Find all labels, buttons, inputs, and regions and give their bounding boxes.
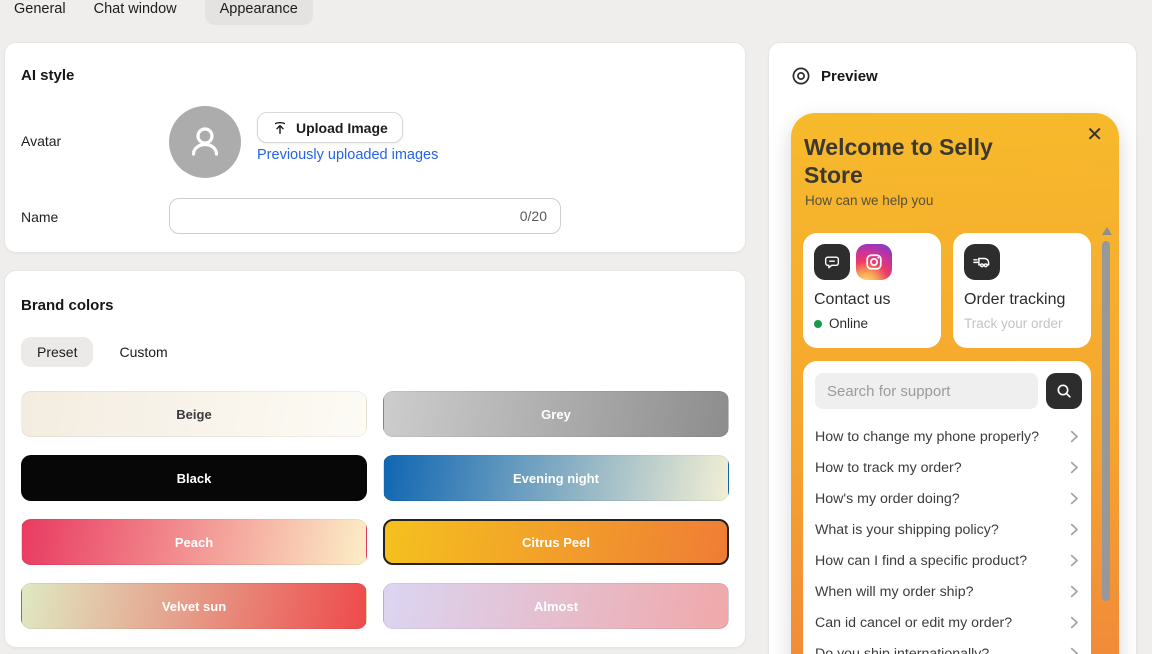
- color-preset-name: Citrus Peel: [522, 534, 590, 550]
- appearance-settings-page: General Chat window Appearance AI style …: [0, 0, 1152, 654]
- preset-swatch-grid: Beige Grey Black Evening night Peach Cit…: [21, 391, 729, 629]
- instagram-icon: [856, 244, 892, 280]
- faq-item[interactable]: How's my order doing?: [815, 483, 1079, 514]
- color-mode-tab[interactable]: Custom: [117, 337, 169, 367]
- name-char-counter: 0/20: [519, 208, 547, 224]
- color-preset-name: Evening night: [513, 470, 599, 486]
- preview-header: Preview: [791, 66, 878, 86]
- color-preset-swatch[interactable]: Evening night: [383, 455, 729, 501]
- chevron-right-icon: [1070, 430, 1078, 443]
- chat-bubble-icon: [814, 244, 850, 280]
- person-icon: [191, 127, 219, 156]
- color-preset-name: Grey: [541, 406, 571, 422]
- color-preset-name: Velvet sun: [161, 598, 227, 614]
- avatar[interactable]: [169, 106, 241, 178]
- settings-tab-bar: General Chat window Appearance: [14, 0, 313, 25]
- faq-question: What is your shipping policy?: [815, 521, 999, 538]
- faq-item[interactable]: What is your shipping policy?: [815, 514, 1079, 545]
- contact-us-card[interactable]: Contact us Online: [803, 233, 941, 348]
- color-preset-swatch[interactable]: Peach: [21, 519, 367, 565]
- faq-item[interactable]: How can I find a specific product?: [815, 545, 1079, 576]
- faq-item[interactable]: When will my order ship?: [815, 576, 1079, 607]
- chevron-right-icon: [1070, 461, 1078, 474]
- widget-heading: Welcome to Selly Store: [804, 134, 993, 188]
- chevron-right-icon: [1070, 554, 1078, 567]
- faq-item[interactable]: Can id cancel or edit my order?: [815, 607, 1079, 638]
- color-preset-name: Beige: [176, 406, 212, 422]
- eye-icon: [792, 67, 810, 85]
- color-preset-swatch[interactable]: Grey: [383, 391, 729, 437]
- chevron-right-icon: [1070, 492, 1078, 505]
- faq-item[interactable]: Do you ship internationally?: [815, 638, 1079, 654]
- chevron-right-icon: [1070, 616, 1078, 629]
- color-preset-name: Black: [176, 470, 212, 486]
- chevron-right-icon: [1070, 647, 1078, 654]
- support-search-input[interactable]: [815, 373, 1038, 409]
- brand-colors-card: Brand colors Preset Custom Beige Grey Bl…: [4, 270, 746, 648]
- name-field-wrapper: 0/20: [169, 198, 561, 234]
- name-input[interactable]: [169, 198, 561, 234]
- support-search-row: [815, 373, 1082, 409]
- faq-question: When will my order ship?: [815, 583, 974, 600]
- faq-question: Do you ship internationally?: [815, 645, 990, 654]
- search-icon: [1057, 384, 1071, 398]
- avatar-label: Avatar: [21, 133, 62, 149]
- contact-icons: [814, 244, 930, 280]
- widget-scrollbar[interactable]: [1102, 241, 1110, 601]
- search-button[interactable]: [1046, 373, 1082, 409]
- settings-tab[interactable]: General: [14, 0, 66, 25]
- truck-icon: [964, 244, 1000, 280]
- order-tracking-title: Order tracking: [964, 291, 1066, 308]
- preview-panel: Preview Welcome to Selly Store How can w…: [768, 42, 1137, 654]
- chevron-right-icon: [1070, 585, 1078, 598]
- faq-question: How can I find a specific product?: [815, 552, 1028, 569]
- brand-colors-title: Brand colors: [21, 297, 114, 314]
- faq-item[interactable]: How to track my order?: [815, 452, 1079, 483]
- contact-us-title: Contact us: [814, 291, 891, 308]
- faq-item[interactable]: How to change my phone properly?: [815, 421, 1079, 452]
- online-status: Online: [814, 316, 930, 331]
- color-mode-tabs: Preset Custom: [21, 337, 170, 367]
- faq-question: How to track my order?: [815, 459, 962, 476]
- online-status-label: Online: [829, 316, 869, 331]
- tracking-icons: [964, 244, 1080, 280]
- support-card: How to change my phone properly? How to …: [803, 361, 1091, 654]
- settings-tab[interactable]: Chat window: [94, 0, 177, 25]
- color-preset-name: Peach: [174, 534, 214, 550]
- name-label: Name: [21, 209, 59, 225]
- color-preset-name: Almost: [533, 598, 579, 614]
- color-preset-swatch[interactable]: Almost: [383, 583, 729, 629]
- color-mode-tab[interactable]: Preset: [21, 337, 94, 367]
- ai-style-card: AI style Avatar Upload Image Previously …: [4, 42, 746, 253]
- color-preset-swatch[interactable]: Black: [21, 455, 367, 501]
- color-preset-swatch[interactable]: Beige: [21, 391, 367, 437]
- order-tracking-card[interactable]: Order tracking Track your order: [953, 233, 1091, 348]
- close-icon[interactable]: ✕: [1086, 125, 1103, 145]
- scroll-up-arrow-icon[interactable]: [1102, 227, 1112, 235]
- faq-question: How's my order doing?: [815, 490, 960, 507]
- widget-action-cards: Contact us Online Order tracking Track y…: [803, 233, 1091, 348]
- online-dot-icon: [814, 319, 822, 328]
- settings-tab[interactable]: Appearance: [204, 0, 313, 25]
- ai-style-title: AI style: [21, 67, 75, 84]
- preview-title: Preview: [821, 67, 878, 85]
- previously-uploaded-link[interactable]: Previously uploaded images: [257, 147, 438, 163]
- chevron-right-icon: [1070, 523, 1078, 536]
- color-preset-swatch[interactable]: Velvet sun: [21, 583, 367, 629]
- color-preset-swatch[interactable]: Citrus Peel: [383, 519, 729, 565]
- chat-widget-preview: Welcome to Selly Store How can we help y…: [791, 113, 1119, 654]
- order-tracking-subtitle: Track your order: [964, 316, 1063, 331]
- faq-question: Can id cancel or edit my order?: [815, 614, 1013, 631]
- upload-image-label: Upload Image: [296, 119, 388, 136]
- faq-list: How to change my phone properly? How to …: [815, 421, 1079, 654]
- upload-icon: [274, 121, 286, 134]
- widget-subheading: How can we help you: [805, 193, 934, 208]
- faq-question: How to change my phone properly?: [815, 428, 1039, 445]
- upload-image-button[interactable]: Upload Image: [257, 112, 403, 143]
